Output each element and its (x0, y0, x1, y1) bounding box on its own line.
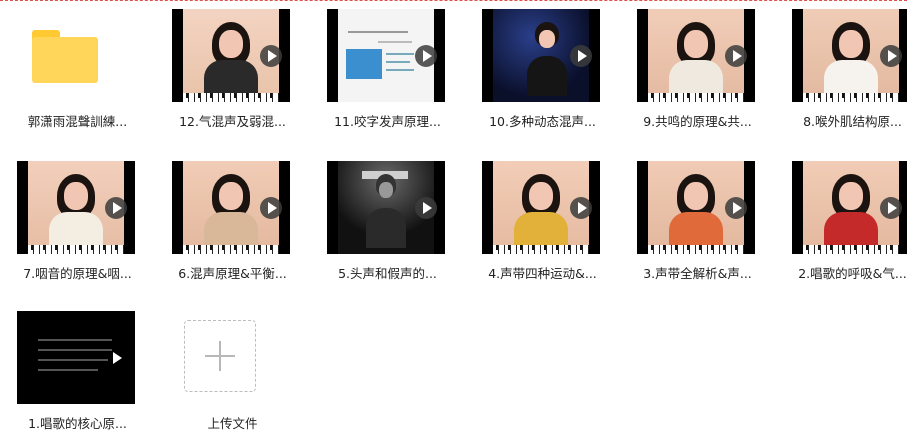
video-item[interactable]: 5.头声和假声的... (310, 152, 465, 292)
video-thumbnail (482, 161, 600, 254)
play-icon[interactable] (105, 347, 127, 369)
upload-item[interactable]: 上传文件 (155, 302, 310, 442)
folder-icon (32, 37, 98, 83)
video-thumbnail (637, 161, 755, 254)
file-name: 2.唱歌的呼吸&气... (798, 266, 907, 281)
video-thumbnail (172, 161, 290, 254)
video-thumbnail (172, 9, 290, 102)
video-thumbnail (17, 161, 135, 254)
play-icon[interactable] (570, 196, 592, 219)
video-item[interactable]: 3.声带全解析&声... (620, 152, 775, 292)
upload-label: 上传文件 (207, 416, 258, 431)
play-icon[interactable] (415, 44, 437, 67)
file-name: 12.气混声及弱混... (179, 114, 286, 129)
upload-box[interactable] (184, 320, 256, 392)
video-thumbnail (327, 161, 445, 254)
play-icon[interactable] (260, 196, 282, 219)
file-name: 3.声带全解析&声... (643, 266, 752, 281)
play-icon[interactable] (260, 44, 282, 67)
video-thumbnail (482, 9, 600, 102)
play-icon[interactable] (570, 44, 592, 67)
video-thumbnail (792, 9, 907, 102)
file-name: 1.唱歌的核心原... (28, 416, 127, 431)
video-item[interactable]: 10.多种动态混声... (465, 0, 620, 140)
file-name: 8.喉外肌结构原... (803, 114, 902, 129)
video-thumbnail (792, 161, 907, 254)
play-icon[interactable] (105, 196, 127, 219)
file-name: 4.声带四种运动&... (488, 266, 597, 281)
video-item[interactable]: 8.喉外肌结构原... (775, 0, 907, 140)
file-name: 6.混声原理&平衡... (178, 266, 287, 281)
play-icon[interactable] (880, 44, 902, 67)
file-grid: 郭潇雨混聲訓練... 12.气混声及弱混... 11.咬字发声原理... 10.… (0, 0, 907, 437)
video-item[interactable]: 7.咽音的原理&咽... (0, 152, 155, 292)
play-icon[interactable] (725, 196, 747, 219)
folder-item[interactable]: 郭潇雨混聲訓練... (0, 0, 155, 140)
video-item[interactable]: 1.唱歌的核心原... (0, 302, 155, 442)
file-name: 郭潇雨混聲訓練... (27, 114, 128, 129)
file-name: 7.咽音的原理&咽... (23, 266, 132, 281)
video-thumbnail (327, 9, 445, 102)
video-item[interactable]: 11.咬字发声原理... (310, 0, 465, 140)
video-thumbnail (17, 311, 135, 404)
video-item[interactable]: 4.声带四种运动&... (465, 152, 620, 292)
play-icon[interactable] (725, 44, 747, 67)
play-icon[interactable] (415, 196, 437, 219)
file-name: 10.多种动态混声... (489, 114, 596, 129)
video-item[interactable]: 12.气混声及弱混... (155, 0, 310, 140)
video-item[interactable]: 2.唱歌的呼吸&气... (775, 152, 907, 292)
video-item[interactable]: 9.共鸣的原理&共... (620, 0, 775, 140)
video-item[interactable]: 6.混声原理&平衡... (155, 152, 310, 292)
file-name: 11.咬字发声原理... (334, 114, 441, 129)
file-name: 5.头声和假声的... (338, 266, 437, 281)
video-thumbnail (637, 9, 755, 102)
file-name: 9.共鸣的原理&共... (643, 114, 752, 129)
play-icon[interactable] (880, 196, 902, 219)
